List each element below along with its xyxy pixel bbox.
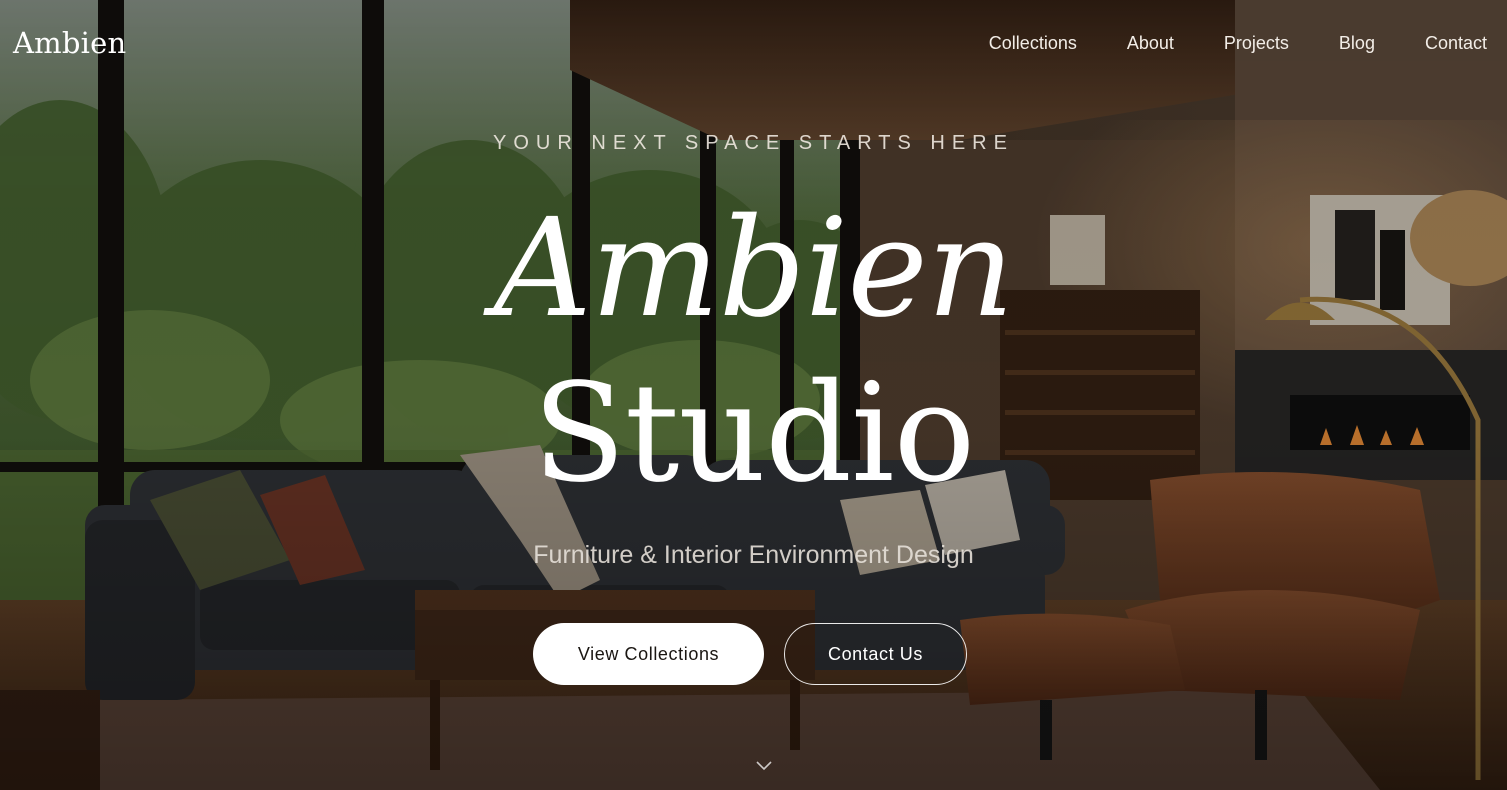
nav-link-projects[interactable]: Projects [1224, 31, 1289, 55]
contact-us-button[interactable]: Contact Us [784, 623, 967, 685]
hero-section: Ambien Collections About Projects Blog C… [0, 0, 1507, 790]
nav-link-collections[interactable]: Collections [989, 31, 1077, 55]
nav-link-about[interactable]: About [1127, 31, 1174, 55]
site-logo[interactable]: Ambien [13, 24, 126, 62]
hero-title-line-1: Ambien [493, 190, 1015, 348]
nav-link-contact[interactable]: Contact [1425, 31, 1487, 55]
view-collections-button[interactable]: View Collections [533, 623, 764, 685]
hero-subtitle: Furniture & Interior Environment Design [533, 541, 974, 569]
hero-eyebrow: YOUR NEXT SPACE STARTS HERE [493, 132, 1014, 154]
hero-title-line-2: Studio [532, 355, 976, 513]
nav-link-blog[interactable]: Blog [1339, 31, 1375, 55]
chevron-down-icon[interactable] [755, 760, 773, 772]
main-navigation: Collections About Projects Blog Contact [939, 31, 1487, 55]
